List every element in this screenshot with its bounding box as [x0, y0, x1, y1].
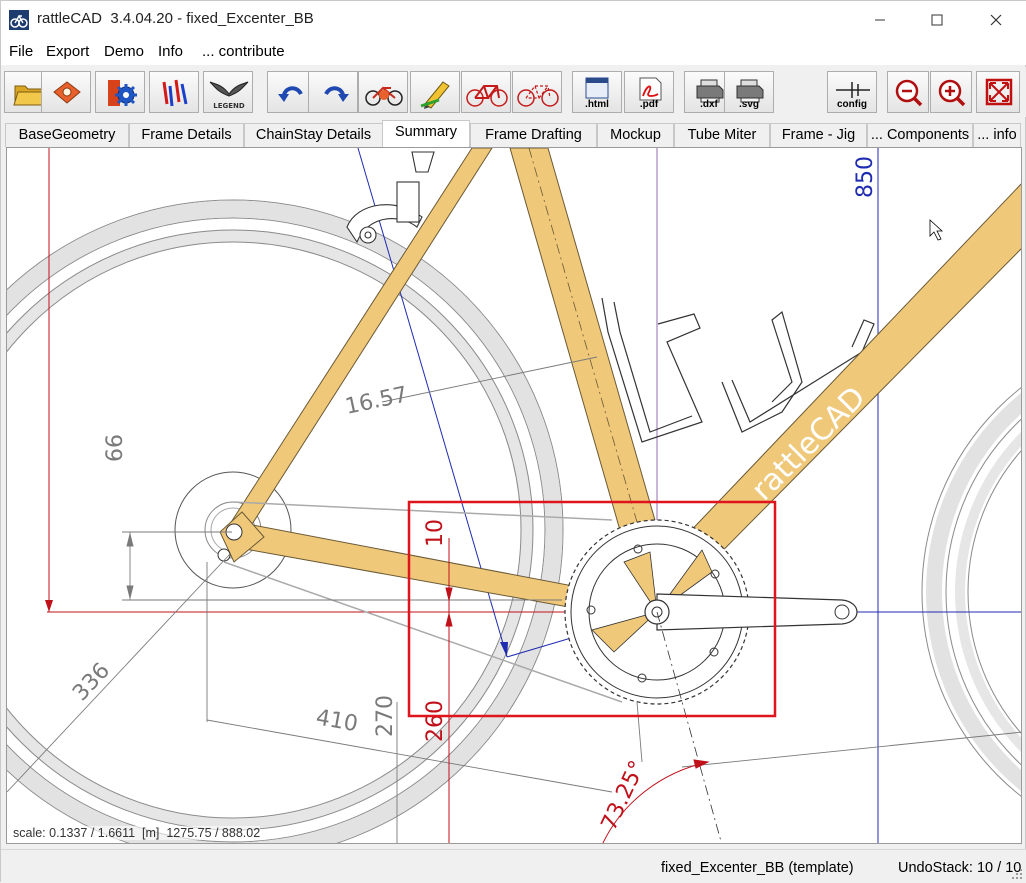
dim-410-label: 410 — [314, 705, 360, 737]
menu-demo[interactable]: Demo — [104, 43, 144, 60]
resize-grip-icon[interactable] — [1011, 868, 1023, 880]
tab-info[interactable]: ... info — [973, 123, 1021, 147]
export-pdf-button[interactable]: .pdf — [624, 71, 674, 113]
maximize-button[interactable] — [914, 1, 960, 39]
export-svg-label: .svg — [738, 99, 759, 110]
minimize-button[interactable] — [857, 1, 903, 39]
tab-tube-miter[interactable]: Tube Miter — [674, 123, 770, 147]
redo-button[interactable] — [308, 71, 358, 113]
close-button[interactable] — [973, 1, 1019, 39]
pencil-icon — [420, 81, 450, 109]
fit-to-window-icon — [985, 78, 1013, 106]
menu-bar: File Export Demo Info ... contribute — [1, 39, 1026, 65]
zoom-in-button[interactable] — [930, 71, 972, 113]
dim-10-label: 10 — [423, 519, 448, 547]
fit-to-window-button[interactable] — [976, 71, 1020, 113]
tab-frame-details[interactable]: Frame Details — [129, 123, 244, 147]
menu-file[interactable]: File — [9, 43, 33, 60]
minimize-icon — [875, 19, 885, 21]
menu-export[interactable]: Export — [46, 43, 89, 60]
config-button[interactable]: config — [827, 71, 877, 113]
tab-chainstay-details[interactable]: ChainStay Details — [244, 123, 383, 147]
bike-frame-alt-icon — [517, 85, 559, 107]
save-button[interactable] — [41, 71, 91, 113]
legend-label: LEGEND — [213, 102, 245, 110]
export-html-label: .html — [585, 99, 609, 110]
rear-dropout — [217, 511, 265, 563]
redo-icon — [324, 86, 349, 102]
dim-16-57-label: 16.57 — [343, 382, 410, 420]
menu-contribute[interactable]: ... contribute — [202, 43, 285, 60]
settings-button[interactable] — [95, 71, 145, 113]
rider-view-button[interactable] — [358, 71, 408, 113]
settings-gear-icon — [108, 80, 137, 106]
legend-wings-icon: LEGEND — [209, 81, 249, 110]
tab-frame-jig[interactable]: Frame - Jig — [770, 123, 867, 147]
bike-drawing[interactable]: rattleCAD 850 16.57 66 10 336 410 270 26… — [7, 148, 1022, 844]
save-disk-icon — [53, 81, 81, 104]
frame-view-button[interactable] — [461, 71, 511, 113]
tab-basegeometry[interactable]: BaseGeometry — [5, 123, 129, 147]
dim-270-label: 270 — [373, 695, 398, 737]
export-pdf-label: .pdf — [639, 99, 659, 110]
drawing-canvas[interactable]: rattleCAD 850 16.57 66 10 336 410 270 26… — [6, 147, 1022, 844]
mouse-cursor-icon — [929, 219, 944, 241]
seat-tube — [509, 148, 668, 573]
front-wheel — [921, 387, 1021, 797]
status-bar: fixed_Excenter_BB (template) UndoStack: … — [1, 849, 1026, 883]
dim-angle-label: 73.25° — [597, 757, 651, 835]
dim-336-label: 336 — [68, 658, 115, 706]
zoom-out-icon — [895, 79, 923, 107]
menu-info[interactable]: Info — [158, 43, 183, 60]
legend-button[interactable]: LEGEND — [203, 71, 253, 113]
zoom-in-icon — [938, 79, 966, 107]
status-undo-stack: UndoStack: 10 / 10 — [898, 860, 1022, 876]
status-file-name: fixed_Excenter_BB (template) — [661, 860, 854, 876]
export-html-button[interactable]: .html — [572, 71, 622, 113]
export-svg-button[interactable]: .svg — [724, 71, 774, 113]
dim-66-label: 66 — [103, 434, 128, 462]
zoom-out-button[interactable] — [887, 71, 929, 113]
tab-components[interactable]: ... Components — [867, 123, 973, 147]
config-label: config — [837, 99, 867, 110]
edit-button[interactable] — [410, 71, 460, 113]
window-title: rattleCAD 3.4.04.20 - fixed_Excenter_BB — [37, 10, 314, 27]
downtube-logo: rattleCAD — [745, 380, 873, 508]
toolbar: LEGEND .html .pdf .dxf .svg config — [1, 67, 1026, 117]
bike-frame-icon — [466, 85, 508, 107]
construction-lines — [45, 148, 1021, 843]
tube-parts-icon — [162, 79, 188, 107]
scale-readout: scale: 0.1337 / 1.6611 [m] 1275.75 / 888… — [13, 826, 261, 840]
dim-260-label: 260 — [423, 700, 448, 742]
title-bar: rattleCAD 3.4.04.20 - fixed_Excenter_BB — [1, 1, 1026, 39]
app-window: rattleCAD 3.4.04.20 - fixed_Excenter_BB … — [0, 0, 1026, 883]
frame-alt-view-button[interactable] — [512, 71, 562, 113]
tab-mockup[interactable]: Mockup — [597, 123, 674, 147]
tube-parts-button[interactable] — [149, 71, 199, 113]
tab-bar: BaseGeometry Frame Details ChainStay Det… — [1, 119, 1026, 147]
dim-850-label: 850 — [853, 156, 878, 198]
tab-frame-drafting[interactable]: Frame Drafting — [470, 123, 597, 147]
rear-wheel — [7, 199, 564, 843]
maximize-icon — [931, 14, 943, 26]
rattlecad-app-icon — [9, 10, 29, 30]
tab-summary[interactable]: Summary — [382, 120, 470, 147]
bike-rider-icon — [365, 86, 403, 106]
close-icon — [990, 14, 1002, 26]
